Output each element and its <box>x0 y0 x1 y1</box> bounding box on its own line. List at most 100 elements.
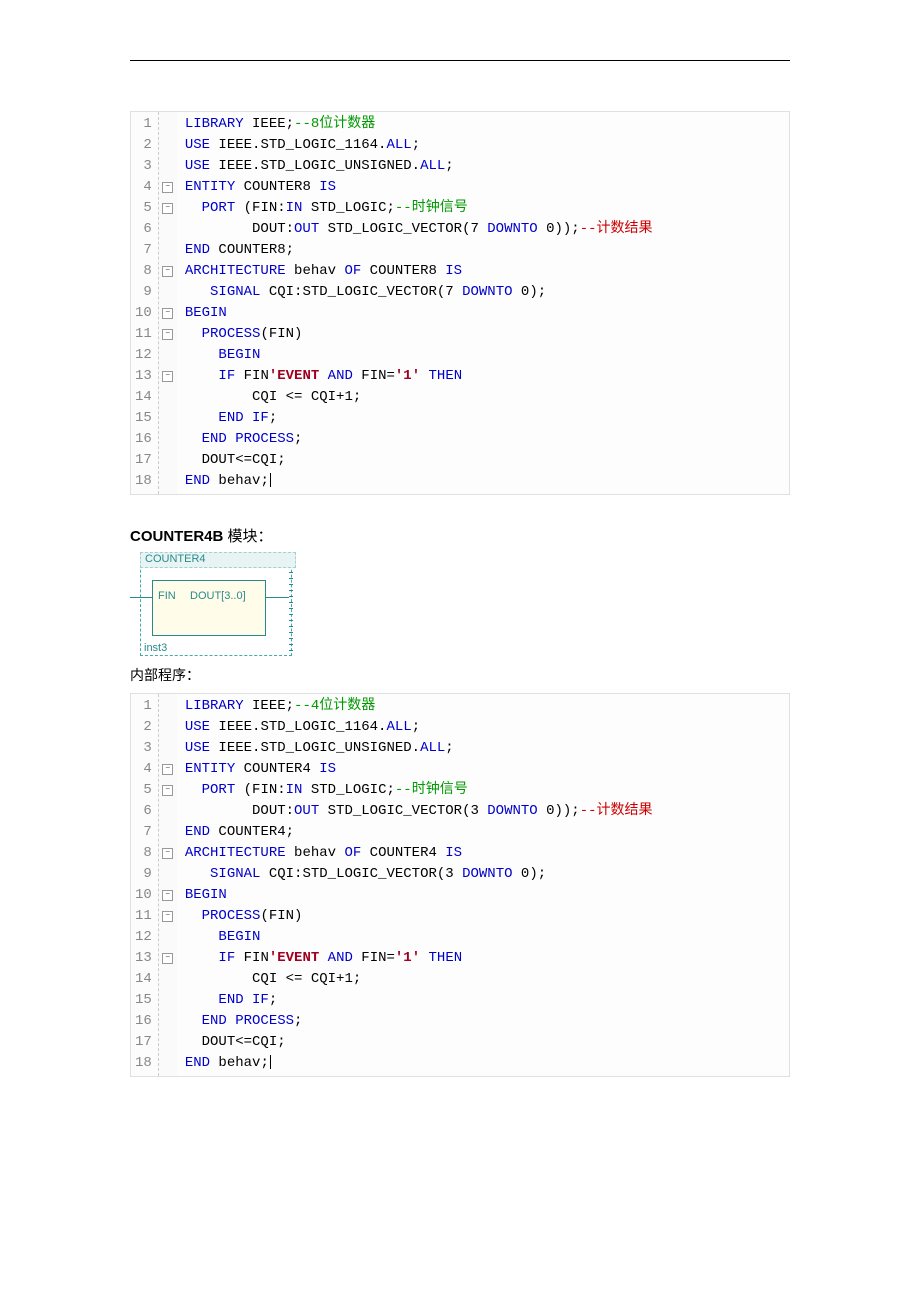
fold-marker <box>161 219 175 240</box>
code-token: END <box>185 242 210 258</box>
line-number: 17 <box>135 1032 152 1053</box>
code-line: CQI <= CQI+1; <box>185 387 653 408</box>
code-token: 0); <box>513 866 547 882</box>
code-token: COUNTER4 <box>361 845 445 861</box>
code-token: CQI <= CQI+1; <box>185 389 361 405</box>
code-token: FIN= <box>353 368 395 384</box>
code-token: IEEE; <box>244 698 294 714</box>
code-token: DOWNTO <box>462 284 512 300</box>
line-number: 5 <box>135 198 152 219</box>
code-token: ; <box>412 719 420 735</box>
code-line: PORT (FIN:IN STD_LOGIC;--时钟信号 <box>185 780 653 801</box>
fold-marker[interactable]: − <box>161 906 175 927</box>
code-token <box>185 410 219 426</box>
line-number: 14 <box>135 969 152 990</box>
fold-marker[interactable]: − <box>161 324 175 345</box>
code-line: DOUT<=CQI; <box>185 450 653 471</box>
code-line: LIBRARY IEEE;--4位计数器 <box>185 696 653 717</box>
code-line: END PROCESS; <box>185 1011 653 1032</box>
code-token: OF <box>344 263 361 279</box>
instance-label: inst3 <box>144 642 167 654</box>
code-token: behav <box>286 263 345 279</box>
code-token: PROCESS <box>202 908 261 924</box>
fold-marker[interactable]: − <box>161 843 175 864</box>
sub-text-label: 内部程序： <box>130 665 790 685</box>
fold-marker <box>161 927 175 948</box>
fold-marker <box>161 990 175 1011</box>
code-token: ; <box>412 137 420 153</box>
code-line: ENTITY COUNTER8 IS <box>185 177 653 198</box>
code-token: FIN= <box>353 950 395 966</box>
code-token: ; <box>269 410 277 426</box>
code-line: END PROCESS; <box>185 429 653 450</box>
fold-box-icon[interactable]: − <box>162 329 173 340</box>
fold-marker[interactable]: − <box>161 198 175 219</box>
fold-marker[interactable]: − <box>161 261 175 282</box>
fold-marker[interactable]: − <box>161 177 175 198</box>
line-number: 15 <box>135 990 152 1011</box>
code-token: DOUT<=CQI; <box>185 1034 286 1050</box>
code-token: DOWNTO <box>487 803 537 819</box>
fold-box-icon[interactable]: − <box>162 953 173 964</box>
line-number: 15 <box>135 408 152 429</box>
fold-box-icon[interactable]: − <box>162 266 173 277</box>
line-number-gutter: 123456789101112131415161718 <box>131 112 159 494</box>
fold-box-icon[interactable]: − <box>162 203 173 214</box>
fold-marker[interactable]: − <box>161 759 175 780</box>
fold-box-icon[interactable]: − <box>162 764 173 775</box>
code-content: LIBRARY IEEE;--8位计数器USE IEEE.STD_LOGIC_1… <box>177 112 661 494</box>
fold-marker[interactable]: − <box>161 885 175 906</box>
fold-box-icon[interactable]: − <box>162 785 173 796</box>
code-token: --时钟信号 <box>395 782 468 798</box>
code-line: PROCESS(FIN) <box>185 324 653 345</box>
code-line: END behav; <box>185 1053 653 1074</box>
fold-marker[interactable]: − <box>161 780 175 801</box>
block-diagram-counter4: COUNTER4 FIN DOUT[3..0] inst3 <box>130 552 290 657</box>
fold-column: − − − − − − <box>159 112 177 494</box>
code-block-counter4: 123456789101112131415161718 −−−−−− LIBRA… <box>130 693 790 1077</box>
code-line: END COUNTER4; <box>185 822 653 843</box>
fold-box-icon[interactable]: − <box>162 182 173 193</box>
fold-box-icon[interactable]: − <box>162 911 173 922</box>
code-token: ALL <box>386 137 411 153</box>
code-token: END IF <box>218 992 268 1008</box>
fold-box-icon[interactable]: − <box>162 308 173 319</box>
code-token: ARCHITECTURE <box>185 263 286 279</box>
fold-box-icon[interactable]: − <box>162 848 173 859</box>
fold-marker[interactable]: − <box>161 948 175 969</box>
code-token: (FIN) <box>260 326 302 342</box>
fold-marker <box>161 471 175 492</box>
line-number: 5 <box>135 780 152 801</box>
fold-box-icon[interactable]: − <box>162 371 173 382</box>
code-line: DOUT:OUT STD_LOGIC_VECTOR(7 DOWNTO 0));-… <box>185 219 653 240</box>
code-line: BEGIN <box>185 303 653 324</box>
fold-marker <box>161 696 175 717</box>
header-rule <box>130 60 790 61</box>
fold-box-icon[interactable]: − <box>162 890 173 901</box>
fold-marker[interactable]: − <box>161 303 175 324</box>
code-token: AND <box>328 950 353 966</box>
code-token: STD_LOGIC; <box>302 782 394 798</box>
section-title-bold: COUNTER4B <box>130 528 223 545</box>
code-token: CQI:STD_LOGIC_VECTOR(7 <box>260 284 462 300</box>
code-token: --计数结果 <box>580 221 653 237</box>
code-token: ; <box>445 158 453 174</box>
code-token: '1' <box>395 950 420 966</box>
code-token <box>185 929 219 945</box>
fold-marker <box>161 408 175 429</box>
section-title-rest: 模块： <box>223 528 272 545</box>
fold-column: − − − − − − <box>159 694 177 1076</box>
line-number: 4 <box>135 759 152 780</box>
line-number: 12 <box>135 927 152 948</box>
fold-marker[interactable]: − <box>161 366 175 387</box>
line-number: 6 <box>135 801 152 822</box>
code-line: DOUT<=CQI; <box>185 1032 653 1053</box>
code-token: USE <box>185 158 210 174</box>
text-cursor <box>270 473 271 487</box>
fold-marker <box>161 801 175 822</box>
code-token: IF <box>218 950 235 966</box>
code-line: CQI <= CQI+1; <box>185 969 653 990</box>
fold-marker <box>161 717 175 738</box>
line-number: 9 <box>135 282 152 303</box>
code-token: COUNTER4 <box>235 761 319 777</box>
